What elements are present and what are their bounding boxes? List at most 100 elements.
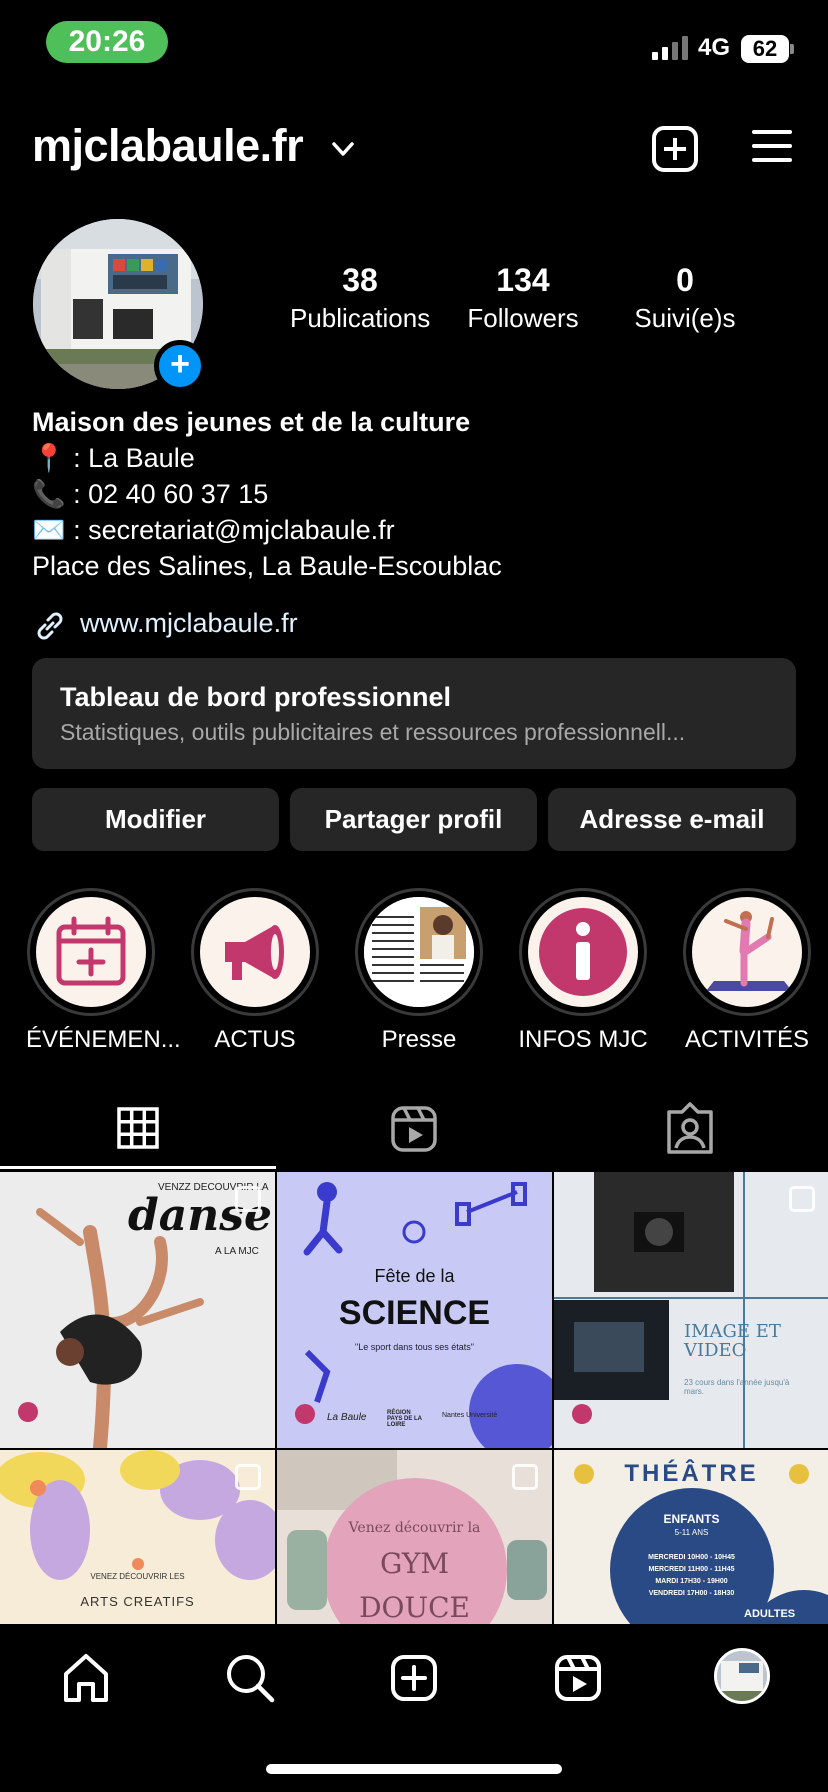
stat-following[interactable]: 0 Suivi(e)s [620, 262, 750, 334]
multi-image-icon [789, 1186, 815, 1212]
menu-icon[interactable] [752, 128, 792, 164]
highlight-activites[interactable]: ACTIVITÉS [682, 888, 812, 1054]
reels-icon [391, 1106, 437, 1152]
post-schedule: MERCREDI 10H00 - 10H45 MERCREDI 11H00 - … [554, 1552, 828, 1600]
home-icon[interactable] [56, 1648, 116, 1708]
network-label: 4G [698, 34, 731, 61]
bio-location: 📍 : La Baule [32, 443, 195, 473]
tagged-icon [667, 1102, 713, 1154]
schedule-line: MARDI 17H30 - 19H00 [655, 1578, 728, 1585]
post-title: THÉÂTRE [624, 1460, 759, 1487]
multi-image-icon [235, 1464, 261, 1490]
info-icon [539, 908, 627, 996]
posts-grid: VENZZ DECOUVRIR LA danse A LA MJC Fête d… [0, 1172, 828, 1624]
multi-image-icon [512, 1464, 538, 1490]
create-icon[interactable] [384, 1648, 444, 1708]
tab-tagged[interactable] [552, 1090, 828, 1170]
bio-address: Place des Salines, La Baule-Escoublac [32, 551, 502, 581]
post-sub: "Le sport dans tous ses états" [355, 1342, 474, 1352]
highlight-actus[interactable]: ACTUS [190, 888, 320, 1054]
chevron-down-icon[interactable] [330, 136, 356, 162]
dashboard-title: Tableau de bord professionnel [60, 682, 452, 712]
building-thumbnail [717, 1651, 767, 1701]
post-video[interactable]: IMAGE ET VIDEO 23 cours dans l'année jus… [554, 1172, 828, 1448]
edit-profile-button[interactable]: Modifier [32, 788, 279, 851]
stat-value: 38 [342, 262, 378, 298]
highlight-label: ÉVÉNEMEN... [26, 1026, 181, 1053]
bio-email: ✉️ : secretariat@mjclabaule.fr [32, 515, 395, 545]
post-logo: La Baule [327, 1412, 367, 1423]
profile-avatar[interactable] [714, 1648, 770, 1704]
search-icon[interactable] [220, 1648, 280, 1708]
post-title: SCIENCE [338, 1294, 491, 1332]
link-icon [37, 612, 63, 640]
megaphone-icon [225, 925, 284, 980]
stat-value: 134 [496, 262, 550, 298]
signal-icon [652, 36, 690, 60]
post-title: GYM DOUCE [359, 1547, 470, 1624]
multi-image-icon [235, 1186, 261, 1212]
active-tab-indicator [0, 1166, 276, 1169]
profile-name: Maison des jeunes et de la culture [32, 407, 471, 437]
profile-bio: Maison des jeunes et de la culture 📍 : L… [32, 404, 802, 584]
highlight-label: Presse [381, 1026, 457, 1053]
status-bar: 20:26 4G 62 [0, 0, 828, 90]
stat-value: 0 [676, 262, 694, 298]
tab-grid[interactable] [0, 1090, 276, 1170]
stat-followers[interactable]: 134 Followers [458, 262, 588, 334]
highlight-label: ACTIVITÉS [684, 1026, 810, 1053]
share-profile-button[interactable]: Partager profil [290, 788, 537, 851]
tab-reels[interactable] [276, 1090, 552, 1170]
post-gym[interactable]: Venez découvrir la GYM DOUCE [277, 1450, 552, 1624]
email-button[interactable]: Adresse e-mail [548, 788, 796, 851]
post-arts[interactable]: VENEZ DÉCOUVRIR LES ARTS CREATIFS [0, 1450, 275, 1624]
username[interactable]: mjclabaule.fr [32, 120, 304, 172]
post-sub2: 5-11 ANS [674, 1528, 709, 1537]
schedule-line: VENDREDI 17H00 - 18H30 [648, 1590, 735, 1597]
post-theatre[interactable]: THÉÂTRE ENFANTS 5-11 ANS MERCREDI 10H00 … [554, 1450, 828, 1624]
professional-dashboard[interactable]: Tableau de bord professionnel Statistiqu… [32, 658, 796, 769]
reels-icon[interactable] [548, 1648, 608, 1708]
status-time[interactable]: 20:26 [46, 21, 168, 63]
bio-phone: 📞 : 02 40 60 37 15 [32, 479, 269, 509]
post-logo: Nantes Université [442, 1412, 498, 1419]
video-image [554, 1172, 828, 1448]
post-danse[interactable]: VENZZ DECOUVRIR LA danse A LA MJC [0, 1172, 275, 1448]
battery-icon: 62 [741, 35, 789, 63]
post-title: IMAGE ET VIDEO [684, 1321, 781, 1361]
link-text: www.mjclabaule.fr [80, 608, 298, 638]
stat-publications[interactable]: 38 Publications [290, 262, 430, 334]
stat-label: Publications [290, 303, 431, 333]
post-science[interactable]: Fête de la SCIENCE "Le sport dans tous s… [277, 1172, 552, 1448]
schedule-line: MERCREDI 11H00 - 11H45 [648, 1566, 735, 1573]
highlight-events[interactable]: ÉVÉNEMEN... [26, 888, 181, 1054]
grid-icon [117, 1107, 159, 1149]
profile-tabs [0, 1090, 828, 1170]
highlight-infos[interactable]: INFOS MJC [518, 888, 648, 1054]
calendar-icon [56, 916, 126, 986]
highlight-label: INFOS MJC [518, 1026, 648, 1053]
post-sub: A LA MJC [215, 1246, 259, 1257]
battery-tip [790, 44, 794, 54]
post-sub: ENFANTS [663, 1512, 720, 1526]
highlight-presse[interactable]: Presse [354, 888, 484, 1054]
add-story-button[interactable]: + [154, 340, 206, 392]
post-top: Venez découvrir la [348, 1520, 481, 1536]
stat-label: Suivi(e)s [634, 303, 736, 333]
post-logo: RÉGION PAYS DE LA LOIRE [387, 1410, 422, 1428]
stat-label: Followers [467, 303, 579, 333]
yoga-icon [706, 911, 792, 991]
add-post-icon[interactable] [652, 126, 698, 172]
post-footer: ADULTES [744, 1608, 796, 1620]
dashboard-subtitle: Statistiques, outils publicitaires et re… [60, 719, 686, 745]
post-title: ARTS CREATIFS [80, 1594, 195, 1609]
highlight-label: ACTUS [214, 1026, 296, 1053]
press-photo [364, 897, 474, 1007]
home-indicator [266, 1764, 562, 1774]
post-top: VENEZ DÉCOUVRIR LES [90, 1572, 185, 1581]
schedule-line: MERCREDI 10H00 - 10H45 [648, 1554, 735, 1561]
post-top: Fête de la [374, 1266, 455, 1286]
profile-stats: 38 Publications 134 Followers 0 Suivi(e)… [280, 262, 790, 342]
post-sub: 23 cours dans l'année jusqu'à mars. [684, 1378, 790, 1396]
profile-header: mjclabaule.fr [0, 110, 828, 190]
